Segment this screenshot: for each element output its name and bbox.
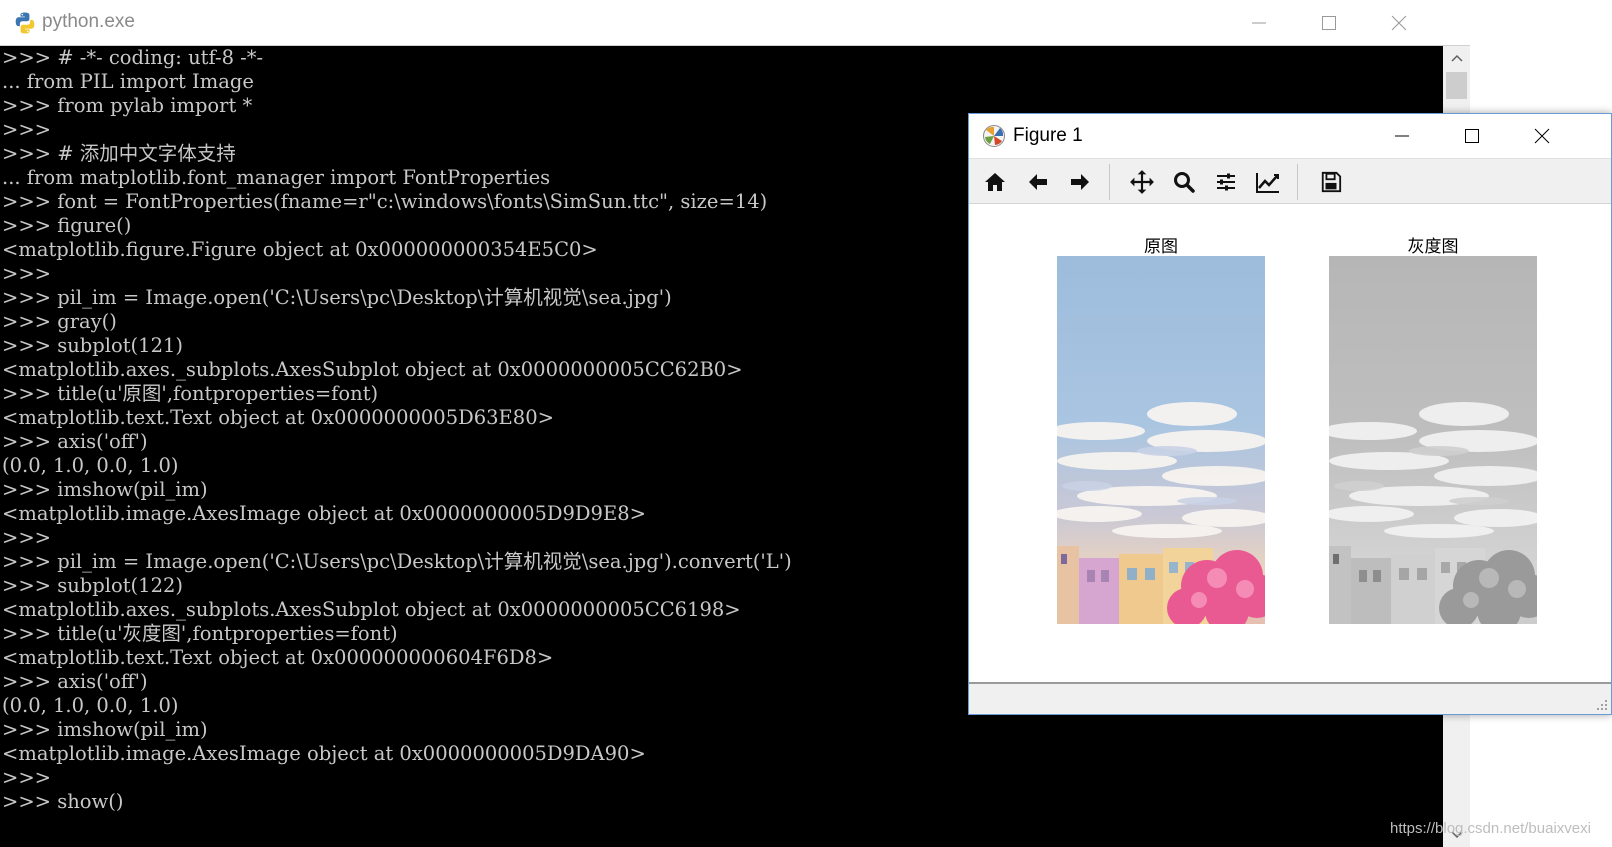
console-line: ... from PIL import Image [2, 70, 254, 93]
figure-window: Figure 1 原图 灰度图 [968, 113, 1612, 715]
figure-titlebar[interactable]: Figure 1 [969, 114, 1611, 158]
zoom-button[interactable] [1166, 165, 1202, 199]
figure-close-button[interactable] [1507, 114, 1577, 158]
toolbar-separator [1297, 164, 1298, 200]
console-line: <matplotlib.image.AxesImage object at 0x… [2, 742, 646, 765]
maximize-icon [1465, 129, 1479, 143]
forward-button[interactable] [1062, 165, 1098, 199]
watermark: https://blog.csdn.net/buaixvexi [1390, 820, 1591, 837]
subplot-title-original: 原图 [1144, 237, 1178, 257]
chevron-up-icon [1450, 54, 1463, 62]
console-line: >>> [2, 766, 52, 789]
save-button[interactable] [1313, 165, 1349, 199]
console-titlebar[interactable]: python.exe [0, 0, 1470, 46]
scroll-up-button[interactable] [1443, 46, 1470, 70]
maximize-button[interactable] [1294, 0, 1364, 46]
window-title: python.exe [42, 11, 135, 32]
maximize-icon [1322, 16, 1336, 30]
minimize-button[interactable] [1224, 0, 1294, 46]
figure-window-title: Figure 1 [1013, 125, 1083, 146]
minimize-icon [1395, 135, 1409, 137]
figure-toolbar [969, 158, 1611, 204]
toolbar-separator [1109, 164, 1110, 200]
figure-statusbar [969, 682, 1611, 714]
minimize-icon [1252, 22, 1266, 24]
grayscale-image [1329, 256, 1537, 624]
back-arrow-icon [1029, 174, 1047, 190]
matplotlib-icon [983, 125, 1005, 147]
figure-canvas[interactable]: 原图 灰度图 [969, 204, 1611, 682]
console-line: >>> imshow(pil_im) [2, 718, 208, 741]
console-line: >>> # -*- coding: utf-8 -*- [2, 46, 264, 69]
subplot-title-grayscale: 灰度图 [1407, 237, 1459, 257]
zoom-icon [1174, 172, 1195, 193]
scroll-thumb[interactable] [1446, 72, 1467, 99]
save-icon [1321, 171, 1342, 193]
figure-minimize-button[interactable] [1367, 114, 1437, 158]
edit-axis-icon [1256, 173, 1279, 193]
home-button[interactable] [977, 165, 1013, 199]
original-image [1057, 256, 1265, 624]
edit-axis-button[interactable] [1250, 165, 1286, 199]
console-line: >>> show() [2, 790, 124, 813]
resize-grip-icon[interactable] [1596, 699, 1608, 711]
pan-button[interactable] [1124, 165, 1160, 199]
close-icon [1391, 15, 1407, 31]
python-icon [15, 12, 35, 34]
figure-maximize-button[interactable] [1437, 114, 1507, 158]
configure-subplots-icon [1217, 173, 1235, 191]
back-button[interactable] [1020, 165, 1056, 199]
forward-arrow-icon [1071, 174, 1089, 190]
close-icon [1534, 128, 1550, 144]
close-button[interactable] [1364, 0, 1434, 46]
configure-subplots-button[interactable] [1208, 165, 1244, 199]
pan-icon [1130, 170, 1154, 194]
home-icon [985, 173, 1005, 191]
